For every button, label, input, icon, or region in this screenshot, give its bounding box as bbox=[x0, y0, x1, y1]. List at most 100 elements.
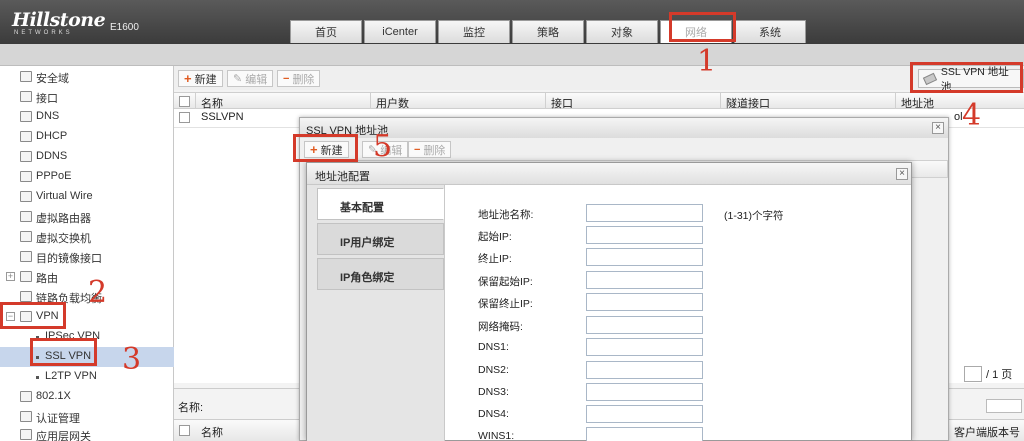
select-all-checkbox[interactable] bbox=[179, 96, 190, 107]
sidebar-item-virtual-wire[interactable]: Virtual Wire bbox=[0, 187, 174, 207]
sidebar-item-label: 安全域 bbox=[36, 73, 69, 85]
dns3-input[interactable] bbox=[586, 383, 703, 401]
sidebar-item-label: L2TP VPN bbox=[45, 370, 97, 382]
end-ip-input[interactable] bbox=[586, 248, 703, 266]
tab-home[interactable]: 首页 bbox=[290, 20, 362, 43]
tab-ip-role-binding[interactable]: IP角色绑定 bbox=[317, 258, 444, 290]
sidebar-item-pppoe[interactable]: PPPoE bbox=[0, 167, 174, 187]
edit-label: 编辑 bbox=[245, 73, 268, 86]
annotation-box-pool-new bbox=[293, 134, 358, 162]
sidebar-item-label: Virtual Wire bbox=[36, 190, 93, 202]
page-input[interactable] bbox=[964, 366, 982, 382]
sidebar-item-zone[interactable]: 安全域 bbox=[0, 67, 174, 87]
field-end-ip: 终止IP: bbox=[478, 248, 898, 266]
edit-button[interactable]: ✎ 编辑 bbox=[227, 70, 274, 87]
sidebar-item-label: DNS bbox=[36, 110, 60, 122]
config-tab-list: 基本配置 IP用户绑定 IP角色绑定 bbox=[307, 185, 445, 441]
8021x-icon bbox=[20, 391, 32, 402]
pool-config-title: 地址池配置 bbox=[307, 163, 911, 185]
sidebar-item-8021x[interactable]: 802.1X bbox=[0, 387, 174, 407]
field-dns3: DNS3: bbox=[478, 383, 898, 401]
tab-basic-config[interactable]: 基本配置 bbox=[317, 188, 444, 220]
sidebar-item-interface[interactable]: 接口 bbox=[0, 87, 174, 107]
dns4-input[interactable] bbox=[586, 405, 703, 423]
sidebar-item-dhcp[interactable]: DHCP bbox=[0, 127, 174, 147]
sidebar-item-routing[interactable]: + 路由 bbox=[0, 267, 174, 287]
tab-icenter[interactable]: iCenter bbox=[364, 20, 436, 43]
start-ip-input[interactable] bbox=[586, 226, 703, 244]
delete-button[interactable]: − 删除 bbox=[277, 70, 321, 87]
tab-object[interactable]: 对象 bbox=[586, 20, 658, 43]
dns2-label: DNS2: bbox=[478, 364, 509, 376]
pool-delete-button[interactable]: − 删除 bbox=[408, 141, 452, 158]
tab-policy[interactable]: 策略 bbox=[512, 20, 584, 43]
dns-icon bbox=[20, 111, 32, 122]
detail-select-all-checkbox[interactable] bbox=[179, 425, 190, 436]
row-checkbox[interactable] bbox=[179, 112, 190, 123]
close-icon[interactable]: × bbox=[932, 122, 944, 134]
netmask-label: 网络掩码: bbox=[478, 321, 523, 333]
sidebar-item-ddns[interactable]: DDNS bbox=[0, 147, 174, 167]
annotation-box-network-tab bbox=[669, 12, 736, 42]
ddns-icon bbox=[20, 151, 32, 162]
netmask-input[interactable] bbox=[586, 316, 703, 334]
annotation-number: 1 bbox=[697, 44, 717, 79]
pool-config-dialog: 地址池配置 × 基本配置 IP用户绑定 IP角色绑定 地址池名称: (1-31)个… bbox=[306, 162, 912, 441]
detail-column-name[interactable]: 名称 bbox=[201, 424, 223, 440]
field-dns4: DNS4: bbox=[478, 405, 898, 423]
start-ip-label: 起始IP: bbox=[478, 231, 512, 243]
expand-icon[interactable]: + bbox=[6, 272, 15, 281]
reserved-start-ip-label: 保留起始IP: bbox=[478, 276, 533, 288]
pool-dialog-toolbar: + 新建 ✎ 编辑 − 删除 bbox=[300, 138, 948, 162]
device-model: E1600 bbox=[110, 22, 139, 33]
pager: / 1 页 bbox=[964, 365, 1012, 383]
column-divider bbox=[545, 93, 546, 110]
reserved-end-ip-input[interactable] bbox=[586, 293, 703, 311]
sidebar-item-mirror-interface[interactable]: 目的镜像接口 bbox=[0, 247, 174, 267]
reserved-end-ip-label: 保留终止IP: bbox=[478, 298, 533, 310]
field-start-ip: 起始IP: bbox=[478, 226, 898, 244]
annotation-number: 3 bbox=[122, 342, 142, 377]
field-netmask: 网络掩码: bbox=[478, 316, 898, 334]
sidebar-item-auth[interactable]: 认证管理 bbox=[0, 407, 174, 427]
dns1-input[interactable] bbox=[586, 338, 703, 356]
field-reserved-end-ip: 保留终止IP: bbox=[478, 293, 898, 311]
detail-name-input[interactable] bbox=[986, 399, 1022, 413]
end-ip-label: 终止IP: bbox=[478, 253, 512, 265]
sidebar: 安全域 接口 DNS DHCP DDNS PPPoE Virtual Wire … bbox=[0, 66, 174, 441]
detail-name-label: 名称: bbox=[178, 402, 204, 414]
brand-logo-sub: NETWORKS bbox=[14, 30, 73, 36]
annotation-number: 2 bbox=[88, 275, 108, 310]
new-button[interactable]: + 新建 bbox=[178, 70, 223, 87]
dns2-input[interactable] bbox=[586, 361, 703, 379]
pool-name-hint: (1-31)个字符 bbox=[724, 210, 784, 222]
sub-bar bbox=[0, 44, 1024, 66]
pool-name-label: 地址池名称: bbox=[478, 209, 534, 221]
sidebar-item-label: 认证管理 bbox=[36, 413, 80, 425]
zone-icon bbox=[20, 71, 32, 82]
sidebar-item-label: 应用层网关 bbox=[36, 431, 91, 441]
virtual-switch-icon bbox=[20, 231, 32, 242]
column-divider bbox=[720, 93, 721, 110]
pool-name-input[interactable] bbox=[586, 204, 703, 222]
sidebar-item-label: 接口 bbox=[36, 93, 58, 105]
minus-icon: − bbox=[414, 143, 421, 156]
sidebar-item-alg[interactable]: 应用层网关 bbox=[0, 425, 174, 441]
sidebar-item-virtual-router[interactable]: 虚拟路由器 bbox=[0, 207, 174, 227]
field-dns1: DNS1: bbox=[478, 338, 898, 356]
sidebar-item-dns[interactable]: DNS bbox=[0, 107, 174, 127]
detail-column-version[interactable]: 客户端版本号 bbox=[954, 424, 1020, 440]
auth-icon bbox=[20, 411, 32, 422]
close-icon[interactable]: × bbox=[896, 168, 908, 180]
link-lb-icon bbox=[20, 291, 32, 302]
minus-icon: − bbox=[283, 72, 290, 85]
tab-system[interactable]: 系统 bbox=[734, 20, 806, 43]
wins1-input[interactable] bbox=[586, 427, 703, 441]
tab-monitor[interactable]: 监控 bbox=[438, 20, 510, 43]
wins1-label: WINS1: bbox=[478, 430, 515, 441]
reserved-start-ip-input[interactable] bbox=[586, 271, 703, 289]
sidebar-item-virtual-switch[interactable]: 虚拟交换机 bbox=[0, 227, 174, 247]
dns4-label: DNS4: bbox=[478, 408, 509, 420]
tab-ip-user-binding[interactable]: IP用户绑定 bbox=[317, 223, 444, 255]
sidebar-item-l2tp-vpn[interactable]: L2TP VPN bbox=[0, 367, 174, 387]
